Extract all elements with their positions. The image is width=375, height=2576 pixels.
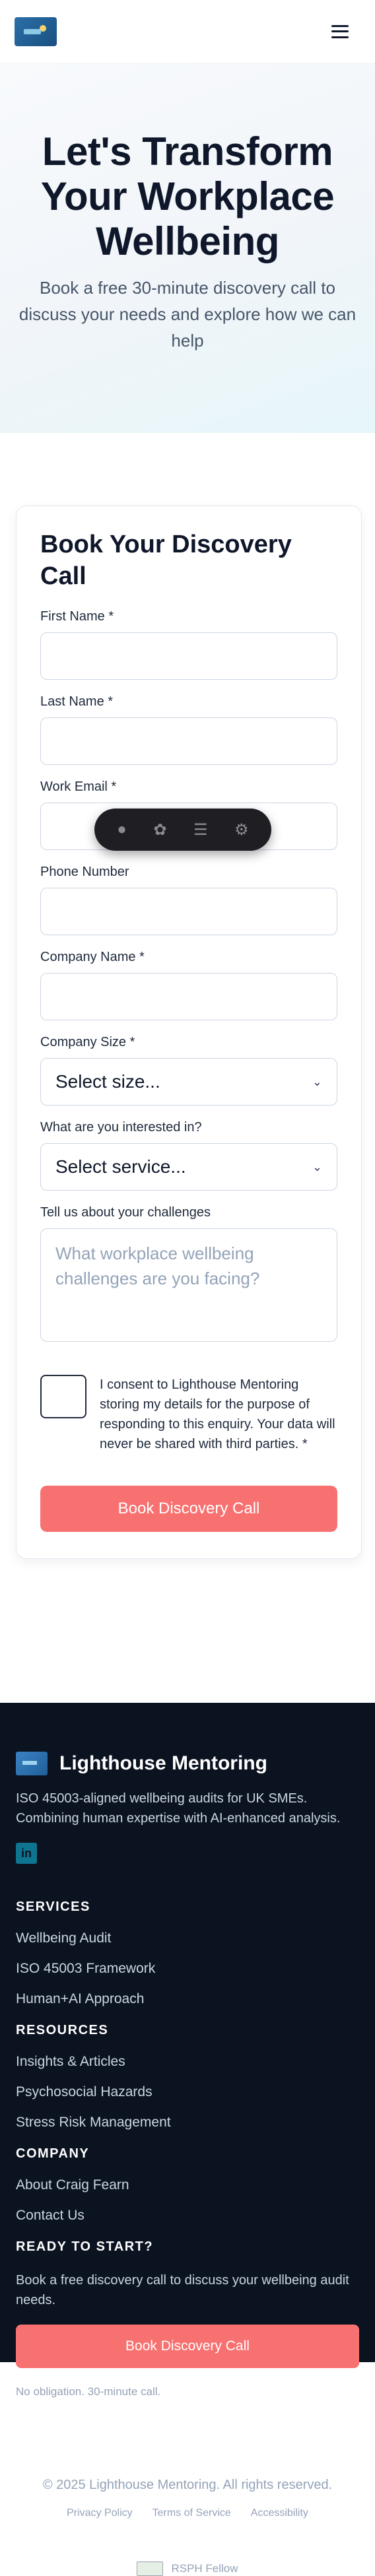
footer-book-call-button[interactable]: Book Discovery Call	[16, 2325, 359, 2368]
footer-link-insights[interactable]: Insights & Articles	[16, 2054, 359, 2070]
services-heading: SERVICES	[16, 1899, 90, 1914]
first-name-label: First Name *	[40, 609, 114, 624]
interest-label: What are you interested in?	[40, 1120, 202, 1135]
phone-field[interactable]	[40, 888, 337, 935]
rsph-label: RSPH Fellow	[171, 2562, 238, 2575]
book-discovery-call-button[interactable]: Book Discovery Call	[40, 1486, 337, 1532]
phone-label: Phone Number	[40, 865, 129, 879]
rsph-badge-icon	[137, 2561, 164, 2576]
footer-link-iso-framework[interactable]: ISO 45003 Framework	[16, 1961, 359, 1977]
legal-links: Privacy Policy Terms of Service Accessib…	[16, 2507, 359, 2519]
company-name-field[interactable]	[40, 973, 337, 1020]
challenges-label: Tell us about your challenges	[40, 1205, 211, 1220]
company-size-select[interactable]: Select size... ⌄	[40, 1058, 337, 1106]
site-footer: Lighthouse Mentoring ISO 45003-aligned w…	[0, 1703, 375, 2576]
privacy-policy-link[interactable]: Privacy Policy	[67, 2507, 133, 2519]
footer-brand-name: Lighthouse Mentoring	[59, 1752, 267, 1774]
floating-toolbar: ● ✿ ☰ ⚙	[94, 809, 271, 851]
rsph-badge-row: RSPH Fellow	[16, 2561, 359, 2576]
footer-link-about[interactable]: About Craig Fearn	[16, 2177, 359, 2193]
site-header	[0, 0, 375, 63]
hero-section: Let's Transform Your Workplace Wellbeing…	[0, 63, 375, 433]
gear-icon[interactable]: ⚙	[234, 820, 249, 840]
cta-heading: READY TO START?	[16, 2239, 154, 2254]
company-size-value: Select size...	[55, 1071, 160, 1092]
drop-icon[interactable]: ●	[117, 820, 127, 839]
cta-note: No obligation. 30-minute call.	[16, 2385, 161, 2398]
settings-icon[interactable]: ✿	[153, 820, 166, 840]
accessibility-link[interactable]: Accessibility	[251, 2507, 308, 2519]
interest-select[interactable]: Select service... ⌄	[40, 1143, 337, 1191]
footer-link-wellbeing-audit[interactable]: Wellbeing Audit	[16, 1931, 359, 1946]
consent-row: I consent to Lighthouse Mentoring storin…	[40, 1375, 337, 1454]
form-title: Book Your Discovery Call	[40, 531, 292, 590]
lighthouse-logo[interactable]	[15, 17, 57, 46]
footer-link-contact[interactable]: Contact Us	[16, 2208, 359, 2224]
footer-link-psychosocial[interactable]: Psychosocial Hazards	[16, 2084, 359, 2100]
last-name-field[interactable]	[40, 717, 337, 765]
hero-subtitle: Book a free 30-minute discovery call to …	[18, 278, 357, 350]
challenges-textarea[interactable]: What workplace wellbeing challenges are …	[40, 1228, 337, 1342]
consent-text: I consent to Lighthouse Mentoring storin…	[100, 1377, 335, 1451]
footer-brand: Lighthouse Mentoring	[16, 1752, 359, 1775]
footer-company: COMPANY About Craig Fearn Contact Us	[16, 2146, 359, 2224]
interest-value: Select service...	[55, 1156, 186, 1177]
footer-logo[interactable]	[16, 1752, 48, 1775]
footer-description: ISO 45003-aligned wellbeing audits for U…	[16, 1791, 341, 1826]
discovery-form-card: Book Your Discovery Call First Name * La…	[16, 506, 362, 1559]
list-icon[interactable]: ☰	[193, 820, 208, 840]
copyright: © 2025 Lighthouse Mentoring. All rights …	[42, 2478, 333, 2492]
company-heading: COMPANY	[16, 2146, 90, 2161]
consent-checkbox[interactable]	[40, 1375, 86, 1418]
linkedin-icon[interactable]: in	[16, 1843, 37, 1864]
footer-resources: RESOURCES Insights & Articles Psychosoci…	[16, 2023, 359, 2130]
chevron-down-icon: ⌄	[312, 1074, 322, 1088]
cta-text: Book a free discovery call to discuss yo…	[16, 2273, 349, 2307]
challenges-placeholder: What workplace wellbeing challenges are …	[55, 1243, 260, 1288]
work-email-label: Work Email *	[40, 779, 117, 794]
resources-heading: RESOURCES	[16, 2023, 109, 2037]
footer-link-human-ai[interactable]: Human+AI Approach	[16, 1991, 359, 2007]
menu-icon[interactable]	[331, 24, 349, 38]
terms-link[interactable]: Terms of Service	[153, 2507, 231, 2519]
footer-cta: READY TO START? Book a free discovery ca…	[16, 2239, 359, 2398]
chevron-down-icon: ⌄	[312, 1160, 322, 1173]
first-name-field[interactable]	[40, 632, 337, 680]
last-name-label: Last Name *	[40, 694, 114, 709]
footer-link-stress-risk[interactable]: Stress Risk Management	[16, 2115, 359, 2130]
company-name-label: Company Name *	[40, 950, 145, 964]
footer-services: SERVICES Wellbeing Audit ISO 45003 Frame…	[16, 1899, 359, 2007]
hero-title: Let's Transform Your Workplace Wellbeing	[40, 129, 335, 263]
company-size-label: Company Size *	[40, 1035, 135, 1049]
